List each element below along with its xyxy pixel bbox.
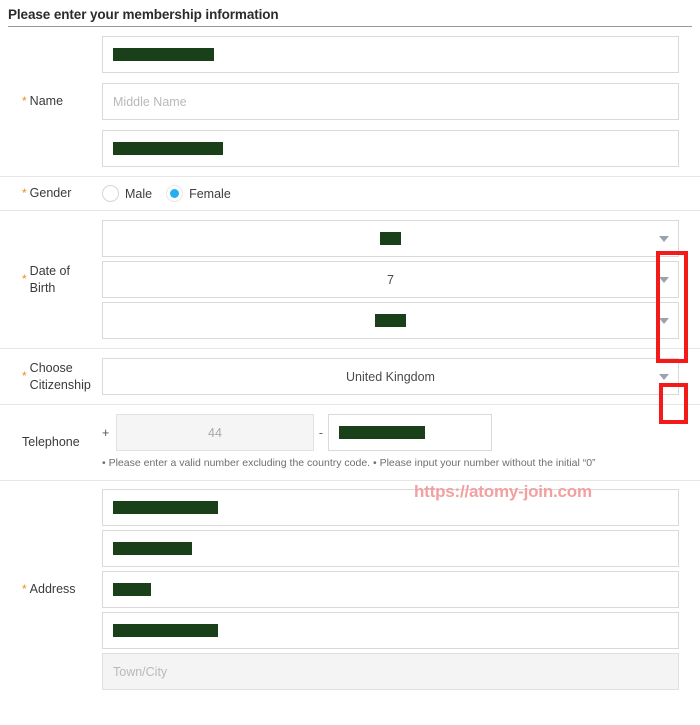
middle-name-input[interactable]: Middle Name bbox=[102, 83, 679, 120]
telephone-fields: + 44 - • Please enter a valid number exc… bbox=[102, 405, 700, 480]
form-row-telephone: Telephone + 44 - • Please enter a valid … bbox=[0, 405, 700, 481]
address-line-2-input[interactable] bbox=[102, 530, 679, 567]
telephone-plus-symbol: + bbox=[102, 425, 110, 440]
gender-option-female[interactable]: Female bbox=[166, 185, 231, 202]
label-name: * Name bbox=[0, 27, 102, 176]
gender-option-male-label: Male bbox=[125, 186, 153, 201]
label-name-text: Name bbox=[29, 94, 64, 108]
chevron-down-icon-month[interactable] bbox=[659, 235, 669, 242]
address-town-city-placeholder: Town/City bbox=[113, 664, 168, 679]
dob-month-redaction bbox=[380, 232, 401, 245]
label-date-of-birth: * Date of Birth bbox=[0, 211, 102, 348]
telephone-hint-text: • Please enter a valid number excluding … bbox=[102, 457, 596, 469]
name-fields: Middle Name bbox=[102, 27, 700, 176]
radio-icon-male[interactable] bbox=[102, 185, 119, 202]
address-line-stack: Town/City bbox=[102, 489, 679, 690]
label-citizenship: * Choose Citizenship bbox=[0, 349, 102, 404]
required-asterisk-gender: * bbox=[22, 185, 27, 200]
radio-icon-female[interactable] bbox=[166, 185, 184, 202]
address-town-city-input[interactable]: Town/City bbox=[102, 653, 679, 690]
address-line-4-redaction bbox=[113, 624, 218, 637]
gender-fields: Male Female bbox=[102, 177, 700, 210]
label-telephone: Telephone bbox=[0, 405, 102, 480]
gender-option-female-label: Female bbox=[189, 186, 231, 201]
chevron-down-icon-day[interactable] bbox=[659, 276, 669, 283]
telephone-separator: - bbox=[318, 425, 324, 440]
dob-month-select[interactable] bbox=[102, 220, 679, 257]
required-asterisk-dob: * bbox=[22, 271, 27, 286]
form-row-date-of-birth: * Date of Birth 7 bbox=[0, 211, 700, 349]
label-telephone-text: Telephone bbox=[22, 435, 80, 449]
citizenship-fields: United Kingdom bbox=[102, 349, 700, 404]
form-row-citizenship: * Choose Citizenship United Kingdom bbox=[0, 349, 700, 405]
address-line-3-input[interactable] bbox=[102, 571, 679, 608]
membership-form: * Name Middle Name * Gender Male Female … bbox=[0, 27, 700, 698]
required-asterisk-address: * bbox=[22, 581, 27, 596]
page-title: Please enter your membership information bbox=[8, 7, 279, 22]
membership-form-page: Please enter your membership information… bbox=[0, 0, 700, 725]
gender-radio-group: Male Female bbox=[102, 185, 679, 202]
gender-option-male[interactable]: Male bbox=[102, 185, 152, 202]
telephone-input-line: + 44 - bbox=[102, 414, 679, 451]
citizenship-select[interactable]: United Kingdom bbox=[102, 358, 679, 395]
first-name-redaction bbox=[113, 48, 214, 61]
dob-day-value: 7 bbox=[387, 272, 394, 287]
telephone-country-code-input: 44 bbox=[116, 414, 314, 451]
middle-name-placeholder: Middle Name bbox=[113, 94, 187, 109]
address-line-2-redaction bbox=[113, 542, 192, 555]
form-row-gender: * Gender Male Female bbox=[0, 177, 700, 211]
chevron-down-icon-citizenship[interactable] bbox=[659, 373, 669, 380]
citizenship-value: United Kingdom bbox=[346, 369, 435, 384]
label-citizenship-text: Choose Citizenship bbox=[29, 360, 91, 392]
page-header: Please enter your membership information bbox=[0, 0, 700, 24]
label-address-text: Address bbox=[29, 582, 76, 596]
first-name-input[interactable] bbox=[102, 36, 679, 73]
telephone-number-redaction bbox=[339, 426, 425, 439]
form-row-name: * Name Middle Name bbox=[0, 27, 700, 177]
last-name-redaction bbox=[113, 142, 223, 155]
address-line-4-input[interactable] bbox=[102, 612, 679, 649]
date-of-birth-fields: 7 bbox=[102, 211, 700, 348]
label-gender-text: Gender bbox=[29, 186, 72, 200]
address-line-3-redaction bbox=[113, 583, 151, 596]
last-name-input[interactable] bbox=[102, 130, 679, 167]
address-line-1-redaction bbox=[113, 501, 218, 514]
form-row-address: * Address Town/City bbox=[0, 481, 700, 698]
chevron-down-icon-year[interactable] bbox=[659, 317, 669, 324]
required-asterisk-citizenship: * bbox=[22, 368, 27, 383]
address-fields: Town/City bbox=[102, 481, 700, 698]
required-asterisk-name: * bbox=[22, 93, 27, 108]
label-date-of-birth-text: Date of Birth bbox=[29, 263, 70, 295]
dob-day-select[interactable]: 7 bbox=[102, 261, 679, 298]
dob-year-redaction bbox=[375, 314, 406, 327]
telephone-country-code-value: 44 bbox=[208, 425, 222, 440]
telephone-number-input[interactable] bbox=[328, 414, 492, 451]
label-address: * Address bbox=[0, 481, 102, 698]
label-gender: * Gender bbox=[0, 177, 102, 210]
dob-year-select[interactable] bbox=[102, 302, 679, 339]
address-line-1-input[interactable] bbox=[102, 489, 679, 526]
